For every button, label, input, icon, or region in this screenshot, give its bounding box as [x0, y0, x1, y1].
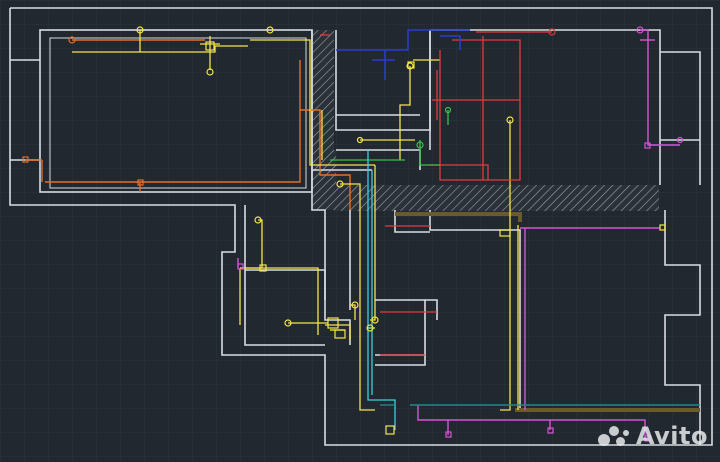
watermark-text: Avito — [635, 422, 708, 450]
floor-plan-drawing[interactable] — [0, 0, 720, 462]
avito-logo-icon — [597, 424, 632, 448]
avito-watermark: Avito — [597, 422, 708, 450]
cad-canvas[interactable]: Avito — [0, 0, 720, 462]
